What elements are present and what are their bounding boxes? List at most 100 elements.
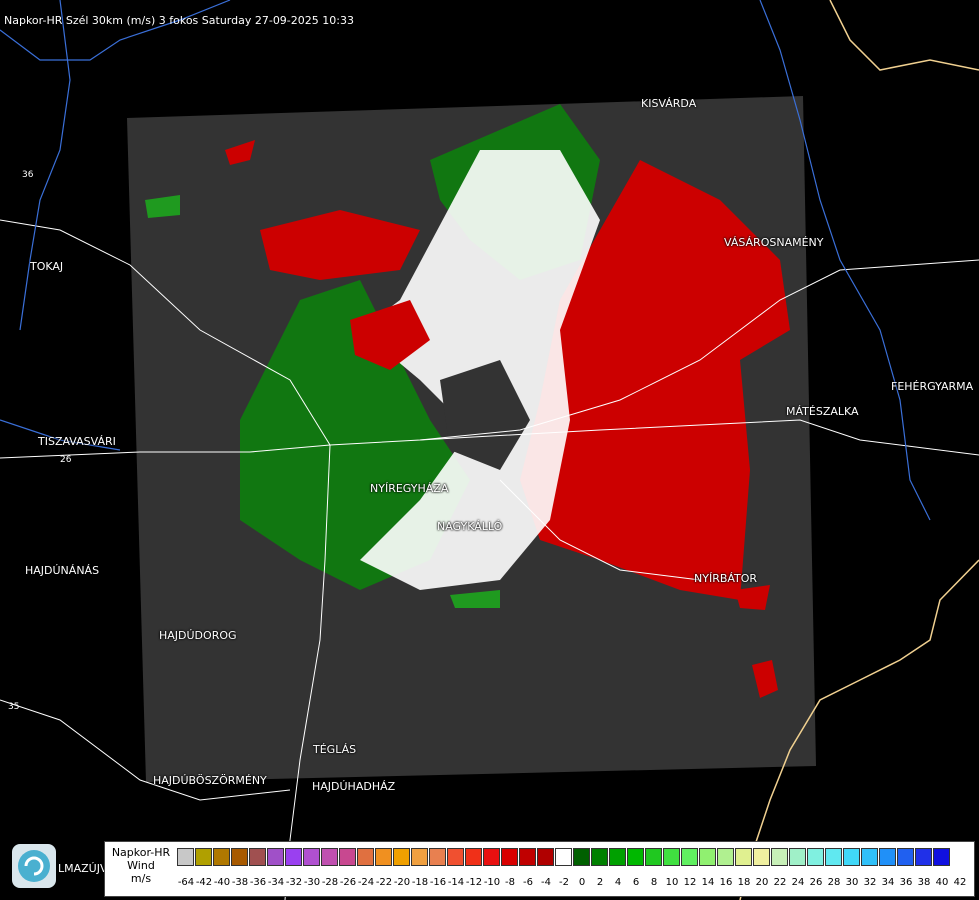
legend-tick-label: -14	[447, 877, 465, 888]
radar-map-window: Napkor-HR Szél 30km (m/s) 3 fokos Saturd…	[0, 0, 979, 900]
legend-title: Napkor-HR Wind m/s	[106, 846, 176, 885]
legend-tick-label: 26	[809, 877, 823, 888]
legend-swatch	[843, 848, 860, 866]
legend-swatch	[879, 848, 896, 866]
city-label: HAJDÚNÁNÁS	[25, 564, 100, 577]
legend-tick-label: -18	[411, 877, 429, 888]
city-label: HAJDÚBÖSZÖRMÉNY	[153, 774, 267, 787]
legend-tick-label: 10	[665, 877, 679, 888]
legend-tick-label: 0	[578, 877, 586, 888]
legend-tick-label: 18	[737, 877, 751, 888]
legend-tick-label: 22	[773, 877, 787, 888]
city-label: NYÍREGYHÁZA	[370, 482, 449, 495]
legend-tick-label: -8	[505, 877, 515, 888]
legend-tick-label: -4	[541, 877, 551, 888]
legend-swatch	[573, 848, 590, 866]
legend-swatch	[519, 848, 536, 866]
legend-swatch	[555, 848, 572, 866]
legend-swatch	[393, 848, 410, 866]
legend-tick-label: -24	[357, 877, 375, 888]
legend-tick-label: 16	[719, 877, 733, 888]
legend-tick-label: -42	[195, 877, 213, 888]
legend-swatch	[681, 848, 698, 866]
legend-tick-label: 28	[827, 877, 841, 888]
city-label: TOKAJ	[30, 260, 64, 273]
legend-tick-label: 32	[863, 877, 877, 888]
city-label: FEHÉRGYARMA	[891, 380, 974, 393]
legend-tick-label: -16	[429, 877, 447, 888]
legend-swatches	[177, 848, 951, 868]
legend-swatch	[771, 848, 788, 866]
legend-swatch	[231, 848, 248, 866]
legend-swatch	[249, 848, 266, 866]
legend-swatch	[285, 848, 302, 866]
legend-swatch	[429, 848, 446, 866]
legend-swatch	[375, 848, 392, 866]
legend-tick-label: -12	[465, 877, 483, 888]
legend-swatch	[195, 848, 212, 866]
legend-swatch	[717, 848, 734, 866]
map-title: Napkor-HR Szél 30km (m/s) 3 fokos Saturd…	[4, 14, 354, 27]
legend-tick-label: -26	[339, 877, 357, 888]
legend-tick-label: -10	[483, 877, 501, 888]
legend-swatch	[735, 848, 752, 866]
legend-swatch	[933, 848, 950, 866]
legend-tick-label: -30	[303, 877, 321, 888]
legend-swatch	[699, 848, 716, 866]
city-label: KISVÁRDA	[641, 97, 697, 110]
legend-swatch	[465, 848, 482, 866]
road-number: 26	[60, 455, 72, 465]
radar-map[interactable]	[0, 0, 979, 900]
legend-tick-label: -36	[249, 877, 267, 888]
legend-tick-label: 40	[935, 877, 949, 888]
legend-tick-label: -34	[267, 877, 285, 888]
logo-icon	[12, 844, 56, 888]
legend-tick-label: -20	[393, 877, 411, 888]
legend-swatch	[501, 848, 518, 866]
wind-legend: Napkor-HR Wind m/s -64 -42 -40 -38 -36 -34 -32…	[104, 841, 975, 897]
legend-swatch	[537, 848, 554, 866]
legend-tick-label: 20	[755, 877, 769, 888]
legend-swatch	[321, 848, 338, 866]
legend-swatch	[267, 848, 284, 866]
legend-swatch	[627, 848, 644, 866]
legend-swatch	[753, 848, 770, 866]
legend-line-3: m/s	[130, 872, 152, 885]
legend-swatch	[411, 848, 428, 866]
legend-swatch	[789, 848, 806, 866]
legend-tick-label: -38	[231, 877, 249, 888]
road-number: 36	[22, 170, 34, 180]
legend-tick-label: 14	[701, 877, 715, 888]
legend-swatch	[861, 848, 878, 866]
legend-swatch	[447, 848, 464, 866]
legend-swatch	[897, 848, 914, 866]
legend-tick-label: 42	[953, 877, 967, 888]
legend-line-1: Napkor-HR	[111, 846, 171, 859]
legend-tick-label: 6	[632, 877, 640, 888]
legend-tick-label: -6	[523, 877, 533, 888]
legend-swatch	[825, 848, 842, 866]
legend-tick-label: 34	[881, 877, 895, 888]
legend-swatch	[645, 848, 662, 866]
city-label: TISZAVASVÁRI	[38, 435, 116, 448]
city-label: TÉGLÁS	[313, 743, 357, 756]
legend-tick-label: -64	[177, 877, 195, 888]
city-label: HAJDÚDOROG	[159, 629, 237, 642]
legend-swatch	[213, 848, 230, 866]
road-number: 35	[8, 702, 20, 712]
city-label: HAJDÚHADHÁZ	[312, 780, 396, 793]
legend-tick-label: 36	[899, 877, 913, 888]
legend-line-2: Wind	[127, 859, 155, 872]
legend-swatch	[609, 848, 626, 866]
legend-swatch	[915, 848, 932, 866]
legend-swatch	[807, 848, 824, 866]
legend-swatch	[483, 848, 500, 866]
legend-swatch	[177, 848, 194, 866]
legend-tick-label: 24	[791, 877, 805, 888]
city-label: NAGYKÁLLÓ	[437, 520, 503, 533]
legend-tick-label: -32	[285, 877, 303, 888]
legend-swatch	[339, 848, 356, 866]
city-label: NYÍRBÁTOR	[694, 572, 758, 585]
legend-swatch	[591, 848, 608, 866]
legend-tick-label: 4	[614, 877, 622, 888]
